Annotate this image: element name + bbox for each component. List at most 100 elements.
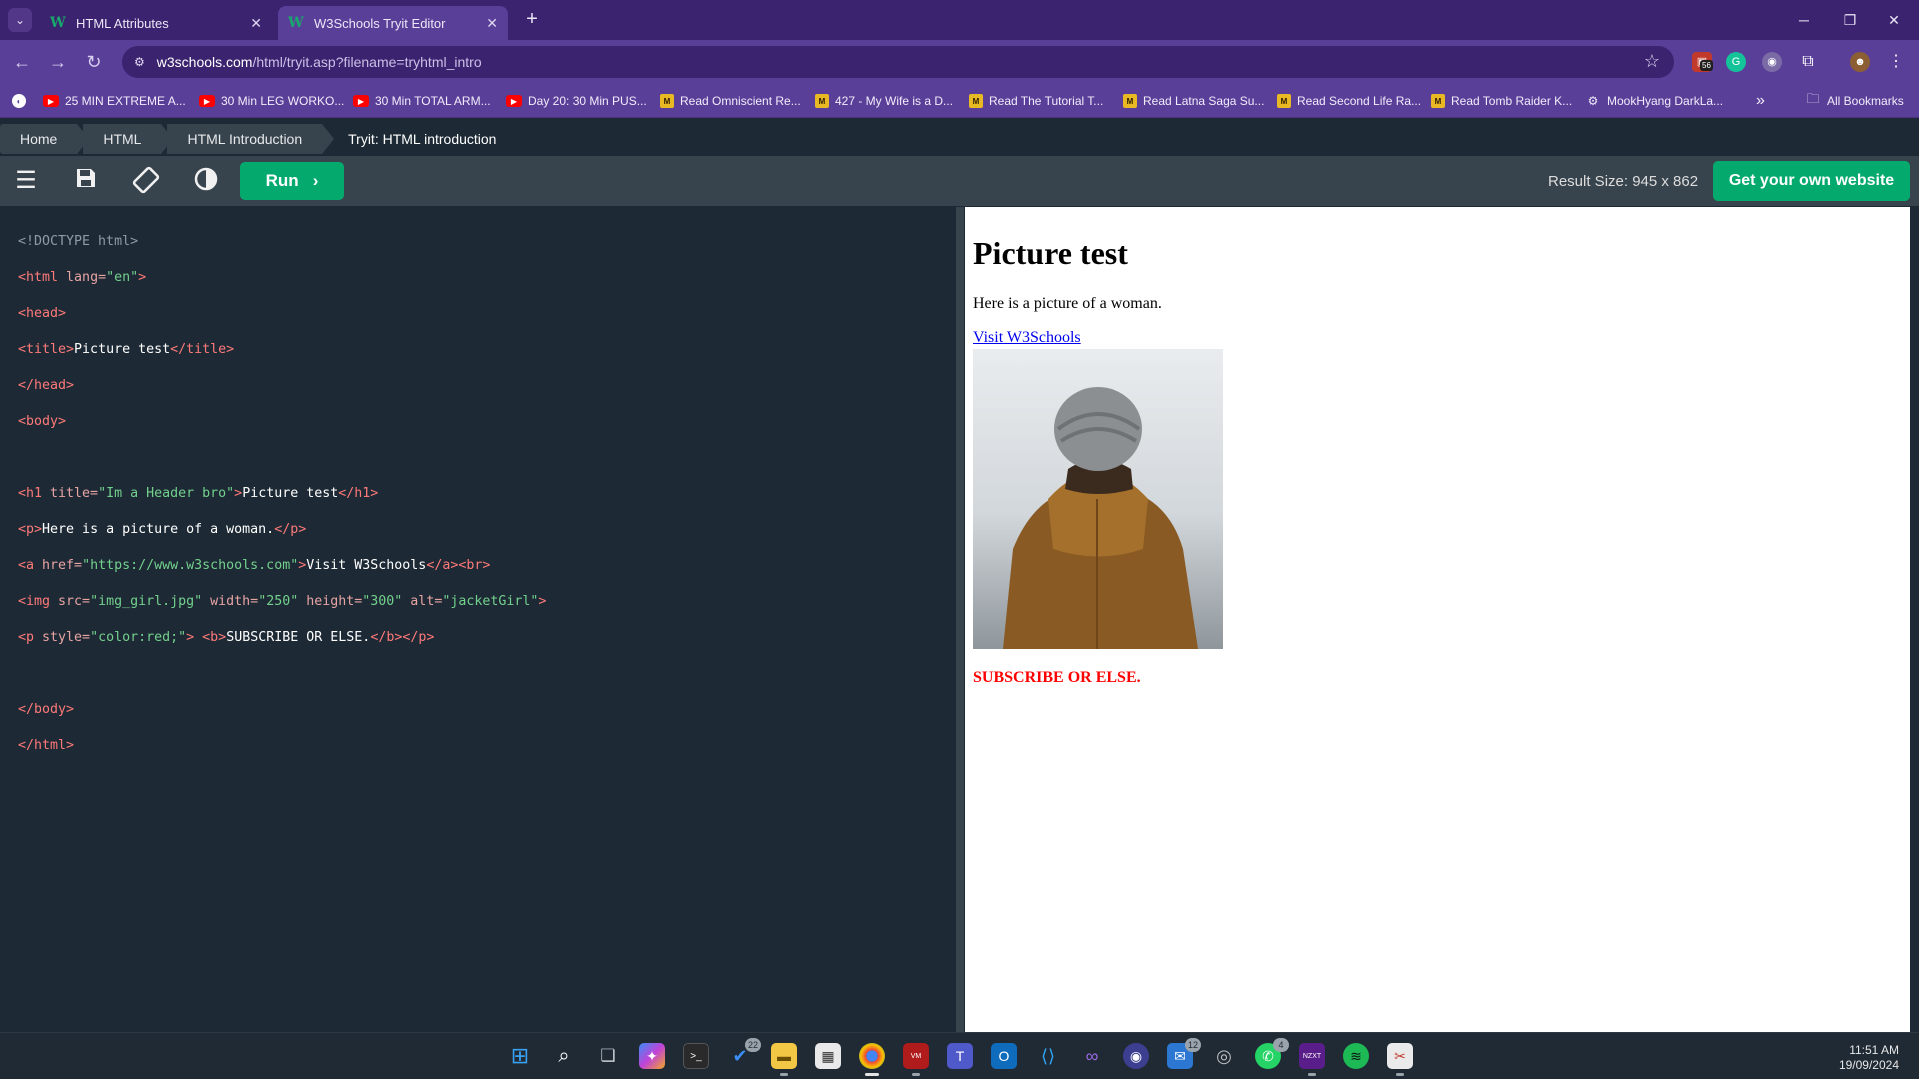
eclipse-icon[interactable]: ◉ xyxy=(1123,1043,1149,1069)
bookmark-item[interactable]: M Read Second Life Ra... xyxy=(1277,92,1421,110)
file-explorer-icon[interactable]: ▬ xyxy=(771,1043,797,1076)
bookmark-item[interactable]: ▶ 25 MIN EXTREME A... xyxy=(43,92,186,110)
rotate-icon-svg xyxy=(132,166,160,194)
get-own-website-button[interactable]: Get your own website xyxy=(1713,161,1910,201)
menu-icon[interactable]: ☰ xyxy=(10,166,42,196)
code-token: > xyxy=(538,594,547,609)
running-indicator xyxy=(1308,1073,1316,1076)
save-icon[interactable] xyxy=(70,166,102,196)
pane-resize-handle[interactable] xyxy=(956,207,964,1032)
todo-icon[interactable]: ✔ 22 xyxy=(727,1038,761,1069)
back-icon[interactable]: ← xyxy=(10,50,34,74)
tab-search-button[interactable]: ⌄ xyxy=(8,8,32,32)
vscode-icon[interactable]: ⟨⟩ xyxy=(1035,1043,1061,1069)
code-token: > xyxy=(234,486,243,501)
mail-badge: 12 xyxy=(1184,1038,1201,1052)
bookmark-label: Day 20: 30 Min PUS... xyxy=(528,94,647,108)
windows-start-icon[interactable]: ⊞ xyxy=(507,1043,533,1069)
extensions-puzzle-icon[interactable]: ⧉ xyxy=(1798,52,1818,72)
visit-w3schools-link[interactable]: Visit W3Schools xyxy=(973,329,1081,347)
manga-icon: M xyxy=(1431,94,1445,108)
spotify-icon[interactable]: ≋ xyxy=(1343,1043,1369,1069)
terminal-icon[interactable]: >_ xyxy=(683,1043,709,1069)
code-token: <!DOCTYPE html> xyxy=(18,234,139,249)
voicemeeter-icon[interactable]: VM xyxy=(903,1043,929,1076)
extension-lastpass-icon[interactable]: ▣56 xyxy=(1692,52,1713,72)
close-tab-icon[interactable]: ✕ xyxy=(250,15,262,32)
breadcrumb-html-introduction[interactable]: HTML Introduction xyxy=(167,124,334,154)
nzxt-icon[interactable]: NZXT xyxy=(1299,1043,1325,1076)
windows-taskbar: ⊞ ⌕ ❏ ✦ >_ ✔ 22 ▬ ▦ VM T O ⟨⟩ ∞ ◉ ✉ 12 ◎ ✆… xyxy=(0,1032,1919,1079)
bookmark-item[interactable]: M Read Omniscient Re... xyxy=(660,92,801,110)
code-token: Visit W3Schools xyxy=(306,558,427,573)
bookmark-item[interactable]: ▶ 30 Min TOTAL ARM... xyxy=(353,92,491,110)
teams-icon[interactable]: T xyxy=(947,1043,973,1069)
rotate-layout-icon[interactable] xyxy=(130,166,162,196)
code-editor[interactable]: <!DOCTYPE html> <html lang="en"> <head> … xyxy=(8,207,956,1032)
all-bookmarks-button[interactable]: 🗀 All Bookmarks xyxy=(1805,91,1904,110)
code-line: <title>Picture test</title> xyxy=(18,341,946,359)
store-icon[interactable]: ▦ xyxy=(815,1043,841,1069)
code-token: </b></p> xyxy=(370,630,435,645)
bookmark-item[interactable]: M Read The Tutorial T... xyxy=(969,92,1103,110)
copilot-icon[interactable]: ✦ xyxy=(639,1043,665,1069)
code-token: "jacketGirl" xyxy=(442,594,539,609)
bookmark-item[interactable]: M Read Tomb Raider K... xyxy=(1431,92,1572,110)
site-info-icon[interactable]: ⚙ xyxy=(134,55,145,69)
running-indicator xyxy=(780,1073,788,1076)
code-token: href= xyxy=(42,558,83,573)
breadcrumb-home[interactable]: Home xyxy=(0,124,90,154)
task-view-icon[interactable]: ❏ xyxy=(595,1043,621,1069)
extension-badge: 56 xyxy=(1700,60,1713,71)
close-window-icon[interactable]: ✕ xyxy=(1876,8,1912,32)
address-bar[interactable]: ⚙ w3schools.com/html/tryit.asp?filename=… xyxy=(122,46,1674,78)
minimize-icon[interactable]: ─ xyxy=(1786,8,1822,32)
youtube-icon: ▶ xyxy=(43,95,59,107)
bookmark-item[interactable]: ▶ Day 20: 30 Min PUS... xyxy=(506,92,647,110)
bookmark-item[interactable]: M Read Latna Saga Su... xyxy=(1123,92,1264,110)
code-line: <img src="img_girl.jpg" width="250" heig… xyxy=(18,593,946,611)
bookmark-label: Read Second Life Ra... xyxy=(1297,94,1422,108)
snipping-tool-icon[interactable]: ✂ xyxy=(1387,1043,1413,1076)
code-token: SUBSCRIBE OR ELSE. xyxy=(226,630,371,645)
all-bookmarks-label: All Bookmarks xyxy=(1827,94,1904,108)
reload-icon[interactable]: ↻ xyxy=(82,50,106,74)
chrome-icon[interactable] xyxy=(859,1043,885,1076)
bookmark-item[interactable]: ▶ 30 Min LEG WORKO... xyxy=(199,92,344,110)
whatsapp-icon[interactable]: ✆ 4 xyxy=(1255,1038,1289,1069)
run-label: Run xyxy=(265,171,299,190)
bookmark-star-icon[interactable]: ☆ xyxy=(1644,51,1660,72)
breadcrumb-html[interactable]: HTML xyxy=(83,124,174,154)
screenshot-extension-icon[interactable]: ◉ xyxy=(1762,52,1782,72)
tab-html-attributes[interactable]: W HTML Attributes ✕ xyxy=(40,6,272,40)
bookmark-item[interactable]: M 427 - My Wife is a D... xyxy=(815,92,953,110)
code-token: "color:red;" xyxy=(90,630,187,645)
theme-contrast-icon[interactable] xyxy=(190,166,222,196)
bookmark-label: MookHyang DarkLa... xyxy=(1607,94,1724,108)
bookmark-item[interactable]: ⚙ MookHyang DarkLa... xyxy=(1585,92,1723,110)
bookmark-apps-icon[interactable]: ◐ xyxy=(12,92,32,110)
whatsapp-badge: 4 xyxy=(1273,1038,1289,1052)
profile-avatar[interactable]: ☻ xyxy=(1850,52,1870,72)
grammarly-icon[interactable]: G xyxy=(1726,52,1746,72)
forward-icon[interactable]: → xyxy=(46,50,70,74)
todo-badge: 22 xyxy=(744,1038,761,1052)
bookmarks-bar: ◐ ▶ 25 MIN EXTREME A... ▶ 30 Min LEG WORKO… xyxy=(0,84,1919,118)
tab-tryit-editor[interactable]: W W3Schools Tryit Editor ✕ xyxy=(278,6,508,40)
system-clock[interactable]: 11:51 AM 19/09/2024 xyxy=(1839,1043,1899,1073)
mail-icon[interactable]: ✉ 12 xyxy=(1167,1038,1201,1069)
manga-icon: M xyxy=(660,94,674,108)
more-bookmarks-chevron-icon[interactable]: » xyxy=(1756,92,1765,110)
visual-studio-icon[interactable]: ∞ xyxy=(1079,1043,1105,1069)
code-token: > xyxy=(138,270,147,285)
browser-titlebar: ⌄ W HTML Attributes ✕ W W3Schools Tryit … xyxy=(0,0,1919,40)
close-tab-icon[interactable]: ✕ xyxy=(486,15,498,32)
outlook-icon[interactable]: O xyxy=(991,1043,1017,1069)
restore-icon[interactable]: ❐ xyxy=(1832,8,1868,32)
new-tab-button[interactable]: + xyxy=(520,8,544,32)
more-menu-icon[interactable]: ⋮ xyxy=(1886,52,1906,72)
run-button[interactable]: Run › xyxy=(240,162,344,200)
search-icon[interactable]: ⌕ xyxy=(551,1043,577,1069)
code-token: <body> xyxy=(18,414,67,429)
obs-icon[interactable]: ◎ xyxy=(1211,1043,1237,1069)
